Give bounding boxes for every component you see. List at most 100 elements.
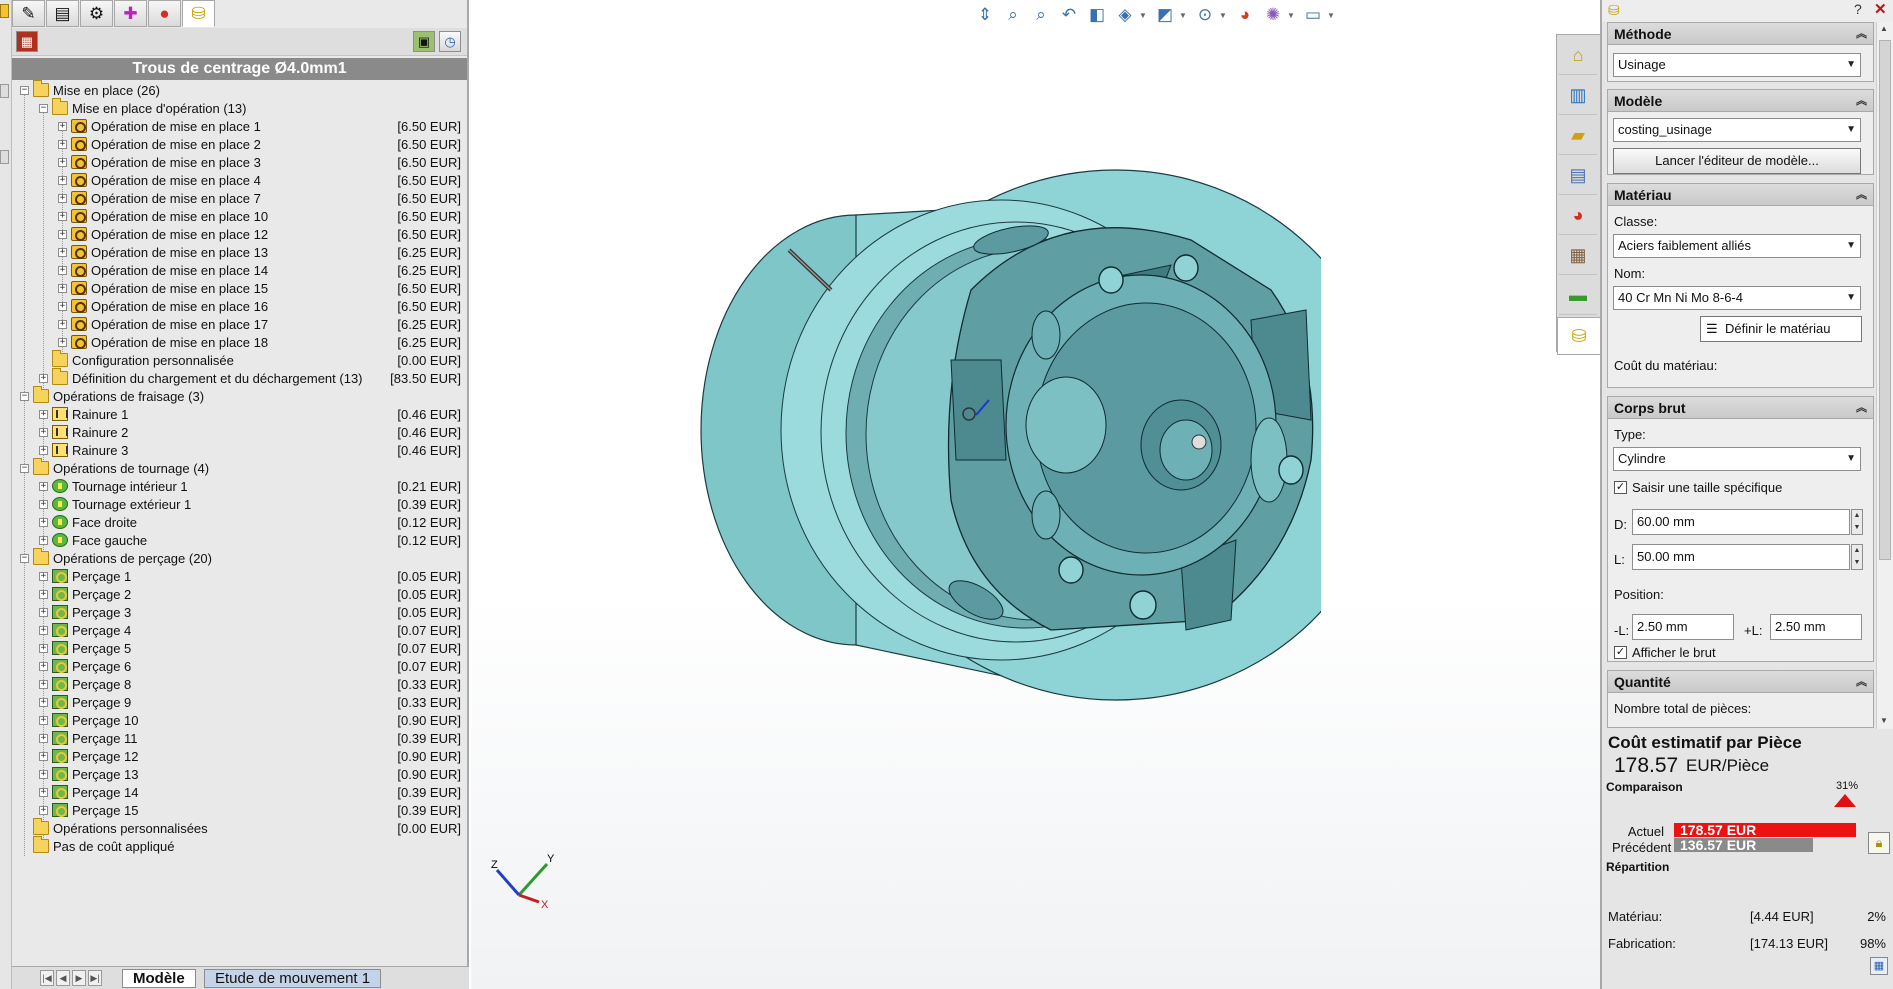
expand-toggle-icon[interactable]: + xyxy=(58,248,67,257)
part-3d-model[interactable] xyxy=(671,160,1321,720)
method-dropdown[interactable]: Usinage ▼ xyxy=(1613,53,1861,77)
collapsed-marker-icon[interactable] xyxy=(0,150,9,164)
previous-view-icon[interactable]: ↶ xyxy=(1055,2,1083,28)
chevron-down-icon[interactable]: ▼ xyxy=(1327,11,1335,20)
material-class-dropdown[interactable]: Aciers faiblement alliés ▼ xyxy=(1613,234,1861,258)
tree-item[interactable]: + Opération de mise en place 4 [6.50 EUR] xyxy=(12,172,467,190)
tree-item[interactable]: + Opération de mise en place 15 [6.50 EUR] xyxy=(12,280,467,298)
tree-item[interactable]: + Opération de mise en place 1 [6.50 EUR] xyxy=(12,118,467,136)
view-settings-icon[interactable]: ▭ xyxy=(1299,2,1327,28)
expand-toggle-icon[interactable]: + xyxy=(58,194,67,203)
design-library-icon[interactable]: ▬ xyxy=(1559,277,1597,315)
expand-toggle-icon[interactable]: + xyxy=(58,320,67,329)
expand-toggle-icon[interactable]: + xyxy=(39,428,48,437)
expand-toggle-icon[interactable]: + xyxy=(39,806,48,815)
expand-toggle-icon[interactable]: + xyxy=(39,536,48,545)
collapse-icon[interactable]: ︽ xyxy=(1856,184,1867,206)
tab-motion-study[interactable]: Etude de mouvement 1 xyxy=(204,969,382,988)
standard-views-icon[interactable]: ⇕ xyxy=(971,2,999,28)
tree-item[interactable]: + Perçage 4 [0.07 EUR] xyxy=(12,622,467,640)
expand-toggle-icon[interactable]: + xyxy=(39,608,48,617)
expand-toggle-icon[interactable]: + xyxy=(58,338,67,347)
tree-item[interactable]: + Perçage 10 [0.90 EUR] xyxy=(12,712,467,730)
expand-toggle-icon[interactable]: + xyxy=(39,374,48,383)
diameter-spinner[interactable]: ▲ ▼ xyxy=(1851,509,1863,535)
cost-report-button[interactable]: ▦ xyxy=(1870,957,1888,975)
home-icon[interactable]: ⌂ xyxy=(1559,37,1597,75)
resources-icon[interactable]: ▥ xyxy=(1559,77,1597,115)
method-header[interactable]: Méthode ︽ xyxy=(1608,23,1873,45)
plus-l-input[interactable]: 2.50 mm xyxy=(1770,614,1862,640)
expand-toggle-icon[interactable]: + xyxy=(39,680,48,689)
tree-folder[interactable]: − Mise en place (26) xyxy=(12,80,467,100)
collapse-icon[interactable]: ︽ xyxy=(1856,23,1867,45)
tree-folder[interactable]: − Opérations de fraisage (3) xyxy=(12,386,467,406)
collapse-icon[interactable]: ︽ xyxy=(1856,90,1867,112)
view-palette-icon[interactable]: ▤ xyxy=(1559,157,1597,195)
next-tab-button[interactable]: ▶ xyxy=(72,970,86,986)
expand-toggle-icon[interactable]: + xyxy=(58,176,67,185)
tab-model[interactable]: Modèle xyxy=(122,969,196,988)
tree-item[interactable]: + Opération de mise en place 12 [6.50 EUR] xyxy=(12,226,467,244)
collapse-icon[interactable]: ︽ xyxy=(1856,671,1867,693)
tree-item[interactable]: + Perçage 3 [0.05 EUR] xyxy=(12,604,467,622)
expand-toggle-icon[interactable]: + xyxy=(58,302,67,311)
tab-dimxpert-manager[interactable]: ✚ xyxy=(114,0,147,27)
tree-item[interactable]: Configuration personnalisée [0.00 EUR] xyxy=(12,350,467,370)
tree-item[interactable]: + Opération de mise en place 10 [6.50 EUR] xyxy=(12,208,467,226)
material-header[interactable]: Matériau ︽ xyxy=(1608,184,1873,206)
tree-item[interactable]: + Opération de mise en place 16 [6.50 EUR] xyxy=(12,298,467,316)
tree-folder[interactable]: Opérations personnalisées [0.00 EUR] xyxy=(12,818,467,838)
tree-item[interactable]: + Opération de mise en place 2 [6.50 EUR] xyxy=(12,136,467,154)
length-spinner[interactable]: ▲ ▼ xyxy=(1851,544,1863,570)
tree-folder[interactable]: Pas de coût appliqué xyxy=(12,836,467,856)
stock-type-dropdown[interactable]: Cylindre ▼ xyxy=(1613,447,1861,471)
expand-toggle-icon[interactable]: + xyxy=(39,626,48,635)
expand-toggle-icon[interactable]: + xyxy=(58,158,67,167)
chevron-down-icon[interactable]: ▼ xyxy=(1219,11,1227,20)
collapsed-marker-icon[interactable] xyxy=(0,84,9,98)
hide-show-items-icon[interactable]: ⊙ xyxy=(1191,2,1219,28)
tree-item[interactable]: + Opération de mise en place 7 [6.50 EUR] xyxy=(12,190,467,208)
template-dropdown[interactable]: costing_usinage ▼ xyxy=(1613,118,1861,142)
tree-item[interactable]: + Rainure 2 [0.46 EUR] xyxy=(12,424,467,442)
section-view-icon[interactable]: ◧ xyxy=(1083,2,1111,28)
quantity-header[interactable]: Quantité ︽ xyxy=(1608,671,1873,693)
chevron-down-icon[interactable]: ▼ xyxy=(1139,11,1147,20)
stock-body-header[interactable]: Corps brut ︽ xyxy=(1608,397,1873,419)
tree-item[interactable]: + Perçage 12 [0.90 EUR] xyxy=(12,748,467,766)
expand-toggle-icon[interactable]: + xyxy=(39,590,48,599)
tree-item[interactable]: + Rainure 3 [0.46 EUR] xyxy=(12,442,467,460)
material-name-dropdown[interactable]: 40 Cr Mn Ni Mo 8-6-4 ▼ xyxy=(1613,286,1861,310)
costing-icon[interactable]: ⛁ xyxy=(1557,317,1600,355)
tree-item[interactable]: + Rainure 1 [0.46 EUR] xyxy=(12,406,467,424)
chevron-down-icon[interactable]: ▼ xyxy=(1179,11,1187,20)
tree-folder[interactable]: − Opérations de perçage (20) xyxy=(12,548,467,568)
template-button[interactable]: ▣ xyxy=(413,31,435,52)
collapse-icon[interactable]: ︽ xyxy=(1856,397,1867,419)
expand-toggle-icon[interactable]: + xyxy=(39,572,48,581)
tree-item[interactable]: + Face droite [0.12 EUR] xyxy=(12,514,467,532)
expand-toggle-icon[interactable]: + xyxy=(39,518,48,527)
tree-item[interactable]: + Perçage 11 [0.39 EUR] xyxy=(12,730,467,748)
tab-property-manager[interactable]: ▤ xyxy=(46,0,79,27)
display-style-icon[interactable]: ◩ xyxy=(1151,2,1179,28)
tree-item[interactable]: + Tournage extérieur 1 [0.39 EUR] xyxy=(12,496,467,514)
expand-toggle-icon[interactable]: + xyxy=(39,410,48,419)
collapsed-marker-icon[interactable] xyxy=(0,4,9,18)
minus-l-input[interactable]: 2.50 mm xyxy=(1632,614,1734,640)
file-explorer-icon[interactable]: ▰ xyxy=(1559,117,1597,155)
last-tab-button[interactable]: ▶| xyxy=(88,970,102,986)
expand-toggle-icon[interactable]: + xyxy=(39,500,48,509)
tree-item[interactable]: + Opération de mise en place 18 [6.25 EUR] xyxy=(12,334,467,352)
zoom-to-fit-icon[interactable]: ⌕ xyxy=(999,2,1027,28)
show-stock-checkbox[interactable]: ✓ xyxy=(1614,646,1627,659)
view-orientation-icon[interactable]: ◈ xyxy=(1111,2,1139,28)
tree-item[interactable]: + Perçage 5 [0.07 EUR] xyxy=(12,640,467,658)
expand-toggle-icon[interactable]: + xyxy=(39,788,48,797)
expand-toggle-icon[interactable]: + xyxy=(58,230,67,239)
tree-item[interactable]: + Perçage 15 [0.39 EUR] xyxy=(12,802,467,820)
tab-display-manager[interactable]: ● xyxy=(148,0,181,27)
tree-item[interactable]: + Perçage 13 [0.90 EUR] xyxy=(12,766,467,784)
appearances-icon[interactable]: ◕ xyxy=(1559,197,1597,235)
